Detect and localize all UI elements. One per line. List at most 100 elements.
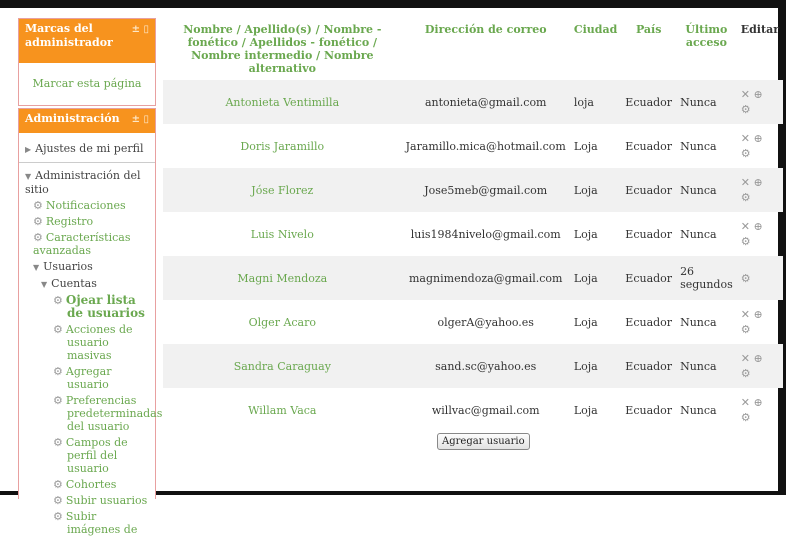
block-controls-icon[interactable]: ± ▯ — [132, 23, 149, 37]
user-name-link[interactable]: Jóse Florez — [163, 168, 402, 212]
header-city[interactable]: Ciudad — [570, 18, 621, 80]
edit-actions-icons[interactable]: ✕ ⊕ — [741, 307, 779, 322]
user-country: Ecuador — [621, 344, 677, 388]
user-email: olgerA@yahoo.es — [437, 315, 534, 329]
header-last-access[interactable]: Último acceso — [676, 18, 737, 80]
gear-icon: ⚙ — [33, 231, 43, 244]
edit-actions: ✕ ⊕ ⚙ — [736, 168, 783, 212]
tree-item-advanced-features[interactable]: ⚙ Características avanzadas — [25, 231, 149, 257]
caret-down-icon: ▼ — [41, 280, 48, 289]
add-user-button[interactable]: Agregar usuario — [437, 433, 530, 450]
user-last-access: Nunca — [680, 315, 717, 329]
admin-bookmarks-block: Marcas del administrador ± ▯ Marcar esta… — [18, 18, 156, 106]
tree-item-site-admin[interactable]: ▼ Administración del sitio — [25, 169, 149, 196]
tree-item-upload-users[interactable]: ⚙ Subir usuarios — [25, 494, 149, 507]
edit-actions-icons[interactable]: ✕ ⊕ — [741, 219, 779, 234]
gear-icon[interactable]: ⚙ — [741, 102, 779, 117]
user-country: Ecuador — [621, 256, 677, 300]
table-row: Willam Vaca willvac@gmail.com Loja Ecuador N… — [163, 388, 783, 432]
tree-item-default-preferences[interactable]: ⚙ Preferencias predeterminadas del usuari… — [25, 394, 162, 433]
user-name-link[interactable]: Luis Nivelo — [163, 212, 402, 256]
header-edit: Editar — [740, 23, 779, 36]
edit-actions: ✕ ⊕ ⚙ — [737, 124, 783, 168]
tree-item-upload-pictures[interactable]: ⚙ Subir imágenes de — [25, 510, 149, 536]
gear-icon[interactable]: ⚙ — [741, 234, 779, 249]
tree-label: Subir imágenes de — [65, 510, 138, 536]
tree-label: Notificaciones — [45, 199, 126, 212]
user-name-link[interactable]: Sandra Caraguay — [163, 344, 402, 388]
administration-block: Administración ± ▯ ▶ Ajustes de mi perfil… — [18, 108, 162, 536]
tree-item-notifications[interactable]: ⚙ Notificaciones — [25, 199, 149, 212]
gear-icon[interactable]: ⚙ — [741, 410, 779, 425]
tree-item-users[interactable]: ▼ Usuarios — [25, 260, 149, 274]
gear-icon: ⚙ — [33, 199, 43, 212]
tree-label: Cuentas — [51, 277, 97, 290]
table-row: Olger Acaro olgerA@yahoo.es Loja Ecuador Nun… — [163, 300, 783, 344]
edit-actions-icons[interactable]: ✕ ⊕ — [741, 87, 779, 102]
user-last-access: Nunca — [680, 139, 717, 153]
administration-title: Administración — [25, 112, 120, 125]
user-email: Jaramillo.mica@hotmail.com — [405, 139, 566, 153]
gear-icon[interactable]: ⚙ — [741, 190, 779, 205]
user-email: magnimendoza@gmail.com — [401, 256, 570, 300]
user-email: Jose5meb@gmail.com — [401, 168, 570, 212]
header-name[interactable]: Nombre / Apellido(s) / Nombre - fonético… — [163, 18, 402, 80]
table-header-row: Nombre / Apellido(s) / Nombre - fonético… — [163, 18, 783, 80]
edit-actions-icons[interactable]: ⚙ — [741, 271, 779, 286]
user-country: Ecuador — [625, 315, 673, 329]
gear-icon: ⚙ — [53, 394, 63, 407]
tree-label: Registro — [45, 215, 94, 228]
user-last-access: Nunca — [676, 344, 737, 388]
user-city: Loja — [573, 227, 598, 241]
user-city: Loja — [569, 256, 622, 300]
user-city: Loja — [569, 168, 622, 212]
tree-item-accounts[interactable]: ▼ Cuentas — [25, 277, 149, 291]
tree-item-profile-settings[interactable]: ▶ Ajustes de mi perfil — [25, 142, 149, 156]
gear-icon: ⚙ — [53, 365, 63, 378]
user-name-link[interactable]: Willam Vaca — [163, 388, 402, 432]
gear-icon[interactable]: ⚙ — [741, 146, 779, 161]
admin-bookmarks-title: Marcas del administrador — [25, 22, 113, 49]
tree-label: Ajustes de mi perfil — [35, 142, 144, 155]
user-name-link[interactable]: Antonieta Ventimilla — [163, 80, 402, 124]
edit-actions-icons[interactable]: ✕ ⊕ — [741, 395, 779, 410]
user-city: Loja — [573, 139, 598, 153]
user-email: antonieta@gmail.com — [401, 80, 570, 124]
edit-actions-icons[interactable]: ✕ ⊕ — [741, 131, 779, 146]
user-last-access: Nunca — [680, 227, 717, 241]
tree-label: Preferencias predeterminadas del usuario — [65, 394, 163, 433]
header-country[interactable]: País — [621, 18, 676, 80]
edit-actions: ⚙ — [736, 256, 783, 300]
bookmark-page-link[interactable]: Marcar esta página — [25, 77, 149, 90]
header-email[interactable]: Dirección de correo — [402, 18, 570, 80]
block-controls-icon[interactable]: ± ▯ — [132, 113, 149, 127]
tree-item-profile-fields[interactable]: ⚙ Campos de perfil del usuario — [25, 436, 149, 475]
user-name-link[interactable]: Doris Jaramillo — [163, 124, 402, 168]
user-last-access: 26 segundos — [676, 256, 737, 300]
tree-item-registry[interactable]: ⚙ Registro — [25, 215, 149, 228]
user-country: Ecuador — [625, 139, 673, 153]
user-name-link[interactable]: Magni Mendoza — [163, 256, 402, 300]
caret-down-icon: ▼ — [25, 172, 32, 181]
edit-actions: ✕ ⊕ ⚙ — [736, 344, 783, 388]
tree-item-browse-users[interactable]: ⚙ Ojear lista de usuarios — [25, 294, 149, 320]
tree-item-bulk-actions[interactable]: ⚙ Acciones de usuario masivas — [25, 323, 149, 362]
edit-actions-icons[interactable]: ✕ ⊕ — [741, 351, 779, 366]
tree-item-add-user[interactable]: ⚙ Agregar usuario — [25, 365, 149, 391]
edit-actions-icons[interactable]: ✕ ⊕ — [741, 175, 779, 190]
gear-icon[interactable]: ⚙ — [741, 322, 779, 337]
window-frame-top — [0, 0, 786, 8]
tree-label: Ojear lista de usuarios — [65, 293, 145, 320]
admin-tree-site: ▼ Administración del sitio ⚙ Notificacione… — [25, 169, 162, 536]
user-city: Loja — [573, 315, 598, 329]
gear-icon[interactable]: ⚙ — [741, 366, 779, 381]
table-row: Antonieta Ventimilla antonieta@gmail.com l… — [163, 80, 783, 124]
users-table: Nombre / Apellido(s) / Nombre - fonético… — [163, 18, 783, 432]
user-name-link[interactable]: Olger Acaro — [163, 300, 402, 344]
user-country: Ecuador — [625, 227, 673, 241]
user-last-access: Nunca — [680, 403, 717, 417]
tree-item-cohorts[interactable]: ⚙ Cohortes — [25, 478, 149, 491]
gear-icon: ⚙ — [53, 436, 63, 449]
user-email: willvac@gmail.com — [431, 403, 540, 417]
gear-icon: ⚙ — [53, 294, 63, 307]
